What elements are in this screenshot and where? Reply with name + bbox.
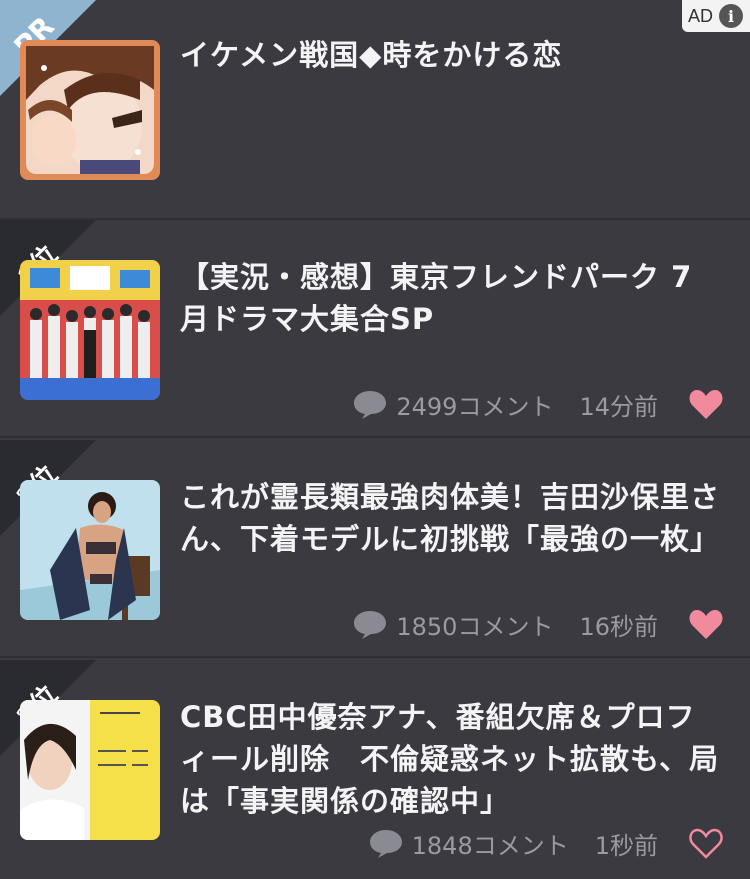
comment-count: 2499コメント [396,392,554,421]
ranking-item-2[interactable]: 2位 これが霊長類最強肉体美！吉田沙保里さん、下着モデルに初挑戦「最強の一枚」 … [0,440,750,658]
ranking-item-1[interactable]: 1位 [0,220,750,438]
heart-outline-icon[interactable] [688,826,724,860]
timestamp: 1秒前 [594,831,658,860]
heart-icon[interactable] [688,387,724,421]
ranking-item-3[interactable]: 3位 CBC田中優奈アナ、番組欠席＆プロフィール削除 不倫疑惑ネット拡散も、局は… [0,660,750,879]
pr-thumbnail[interactable] [20,40,160,180]
ranking-thumbnail-2[interactable] [20,480,160,620]
ranking-title-1[interactable]: 【実況・感想】東京フレンドパーク 7月ドラマ大集合SP [180,256,722,340]
ranking-thumbnail-1[interactable] [20,260,160,400]
ranking-title-3[interactable]: CBC田中優奈アナ、番組欠席＆プロフィール削除 不倫疑惑ネット拡散も、局は「事実… [180,696,722,822]
timestamp: 14分前 [579,392,658,421]
ranking-meta-2: 1850コメント 16秒前 [352,606,724,642]
ranking-meta-3: 1848コメント 1秒前 [368,825,724,861]
comment-count: 1848コメント [411,831,569,860]
heart-icon[interactable] [688,607,724,641]
ranking-title-2[interactable]: これが霊長類最強肉体美！吉田沙保里さん、下着モデルに初挑戦「最強の一枚」 [180,476,722,560]
comment-icon [369,830,402,858]
pr-title[interactable]: イケメン戦国◆時をかける恋 [180,34,722,76]
comment-icon [354,391,387,419]
comment-icon [354,611,387,639]
comment-count: 1850コメント [396,612,554,641]
pr-item[interactable]: PR イケメン戦国◆時をかける恋 [0,0,750,220]
timestamp: 16秒前 [579,612,658,641]
ranking-thumbnail-3[interactable] [20,700,160,840]
ranking-meta-1: 2499コメント 14分前 [352,386,724,422]
